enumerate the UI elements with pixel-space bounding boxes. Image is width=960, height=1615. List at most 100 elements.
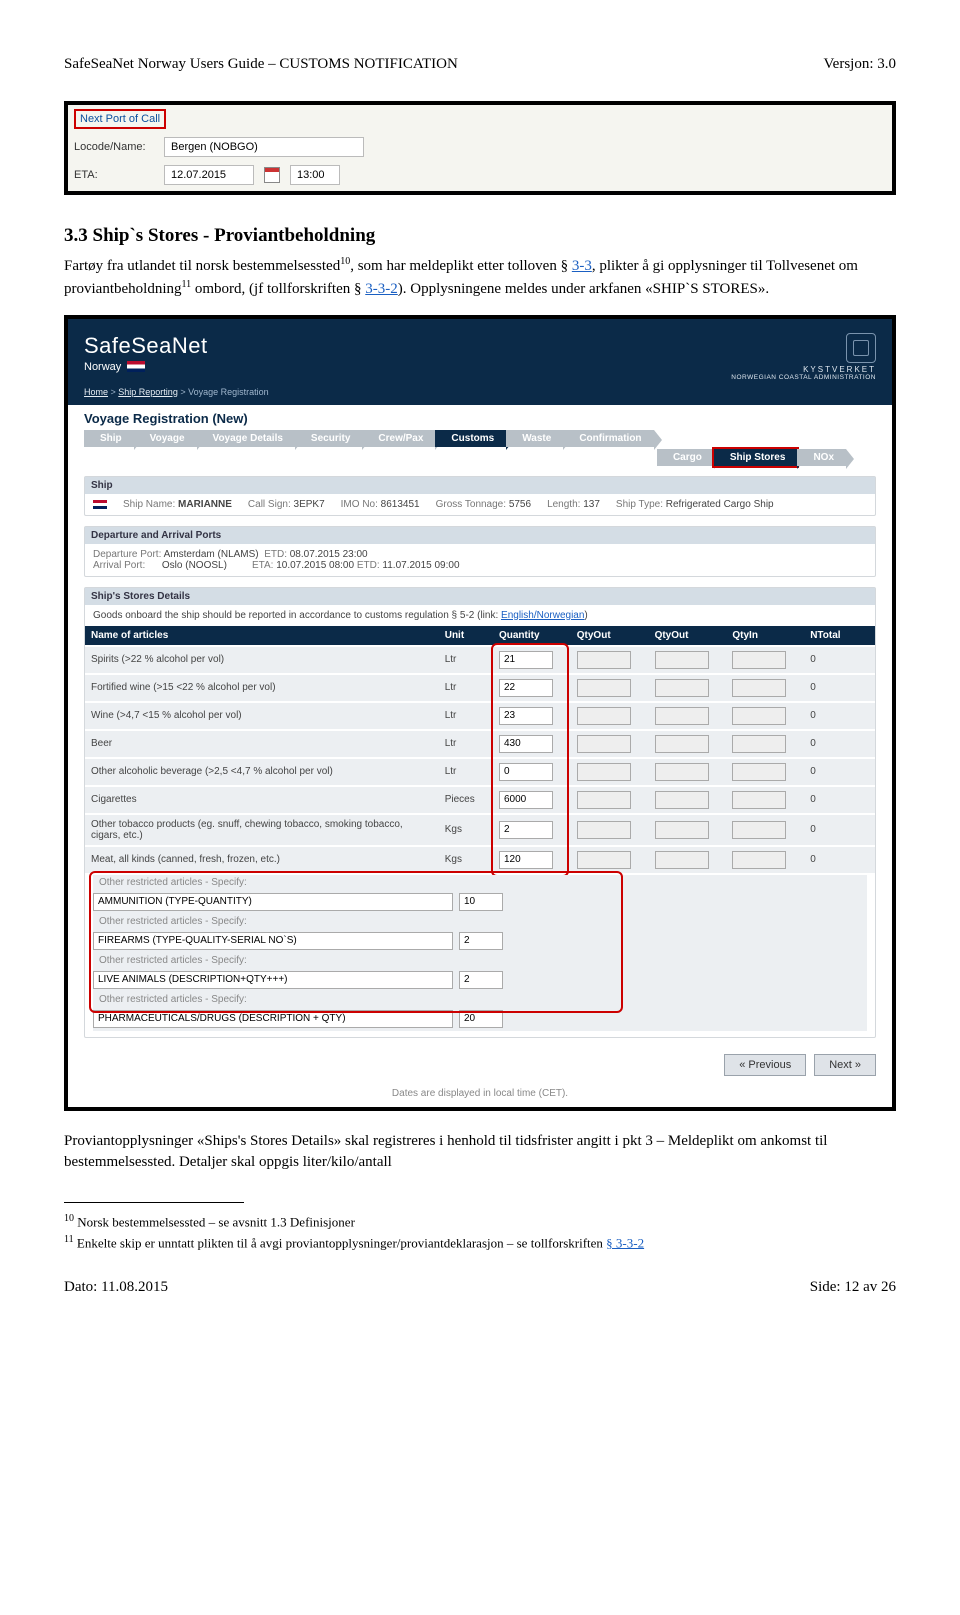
tab-cargo[interactable]: Cargo <box>657 449 714 466</box>
qtyout2-input[interactable] <box>655 763 709 781</box>
col-qtyout1: QtyOut <box>571 626 649 645</box>
quantity-input[interactable] <box>499 707 553 725</box>
qtyout1-input[interactable] <box>577 651 631 669</box>
panel-ship-stores-title: Ship's Stores Details <box>85 588 875 605</box>
quantity-input[interactable] <box>499 679 553 697</box>
doc-version: Versjon: 3.0 <box>824 56 897 73</box>
footnote-11: 11 Enkelte skip er unntatt plikten til å… <box>64 1232 896 1253</box>
quantity-input[interactable] <box>499 821 553 839</box>
spec-qty-input[interactable] <box>459 893 503 911</box>
qtyin-input[interactable] <box>732 707 786 725</box>
tab-voyage[interactable]: Voyage <box>134 430 197 447</box>
spec-label: Other restricted articles - Specify: <box>93 875 867 890</box>
tab-waste[interactable]: Waste <box>506 430 563 447</box>
quantity-input[interactable] <box>499 763 553 781</box>
locode-input[interactable] <box>164 137 364 157</box>
previous-button[interactable]: « Previous <box>724 1054 806 1076</box>
link-regulation-5-2[interactable]: English/Norwegian <box>501 610 584 621</box>
qtyout1-input[interactable] <box>577 763 631 781</box>
qtyin-input[interactable] <box>732 651 786 669</box>
table-row: Wine (>4,7 <15 % alcohol per vol)Ltr0 <box>85 702 875 730</box>
col-unit: Unit <box>439 626 493 645</box>
qtyout2-input[interactable] <box>655 821 709 839</box>
table-row: Other tobacco products (eg. snuff, chewi… <box>85 814 875 846</box>
qtyout2-input[interactable] <box>655 679 709 697</box>
locode-label: Locode/Name: <box>74 141 154 153</box>
next-button[interactable]: Next » <box>814 1054 876 1076</box>
breadcrumb-current: Voyage Registration <box>188 387 269 397</box>
qtyout1-input[interactable] <box>577 851 631 869</box>
qtyout2-input[interactable] <box>655 735 709 753</box>
kystverket-label: KYSTVERKET <box>731 365 876 374</box>
quantity-input[interactable] <box>499 735 553 753</box>
quantity-input[interactable] <box>499 791 553 809</box>
ntotal-value: 0 <box>804 646 875 674</box>
ntotal-value: 0 <box>804 702 875 730</box>
ntotal-value: 0 <box>804 730 875 758</box>
tab-ship[interactable]: Ship <box>84 430 134 447</box>
qtyout1-input[interactable] <box>577 791 631 809</box>
qtyout1-input[interactable] <box>577 679 631 697</box>
ssn-brand: SafeSeaNet <box>84 333 208 359</box>
tab-security[interactable]: Security <box>295 430 362 447</box>
link-tollforskriften-3-3-2[interactable]: 3-3-2 <box>365 281 398 297</box>
tab-ship-stores[interactable]: Ship Stores <box>714 449 798 466</box>
tab-confirmation[interactable]: Confirmation <box>563 430 653 447</box>
qtyin-input[interactable] <box>732 735 786 753</box>
article-name: Fortified wine (>15 <22 % alcohol per vo… <box>85 674 439 702</box>
panel-ship: Ship Ship Name: MARIANNE Call Sign: 3EPK… <box>84 476 876 516</box>
eta-label: ETA: <box>74 169 154 181</box>
article-name: Meat, all kinds (canned, fresh, frozen, … <box>85 846 439 873</box>
qtyout2-input[interactable] <box>655 707 709 725</box>
ssn-country: Norway <box>84 361 121 373</box>
col-name: Name of articles <box>85 626 439 645</box>
ntotal-value: 0 <box>804 758 875 786</box>
qtyin-input[interactable] <box>732 679 786 697</box>
footnote-ref-10: 10 <box>340 256 350 267</box>
spec-description-input[interactable] <box>93 1010 453 1028</box>
qtyout1-input[interactable] <box>577 707 631 725</box>
qtyout2-input[interactable] <box>655 791 709 809</box>
eta-time-input[interactable] <box>290 165 340 185</box>
spec-label: Other restricted articles - Specify: <box>93 914 867 929</box>
tab-customs[interactable]: Customs <box>435 430 506 447</box>
tab-nox[interactable]: NOx <box>797 449 846 466</box>
article-name: Other alcoholic beverage (>2,5 <4,7 % al… <box>85 758 439 786</box>
qtyin-input[interactable] <box>732 791 786 809</box>
qtyin-input[interactable] <box>732 821 786 839</box>
quantity-input[interactable] <box>499 851 553 869</box>
calendar-icon[interactable] <box>264 167 280 183</box>
qtyin-input[interactable] <box>732 851 786 869</box>
figure-safeseanet: SafeSeaNet Norway KYSTVERKET NORWEGIAN C… <box>64 315 896 1111</box>
spec-qty-input[interactable] <box>459 1010 503 1028</box>
article-name: Spirits (>22 % alcohol per vol) <box>85 646 439 674</box>
article-name: Wine (>4,7 <15 % alcohol per vol) <box>85 702 439 730</box>
qtyin-input[interactable] <box>732 763 786 781</box>
breadcrumb: Home > Ship Reporting > Voyage Registrat… <box>68 387 892 405</box>
breadcrumb-ship-reporting[interactable]: Ship Reporting <box>118 387 178 397</box>
breadcrumb-home[interactable]: Home <box>84 387 108 397</box>
article-unit: Pieces <box>439 786 493 814</box>
qtyout1-input[interactable] <box>577 821 631 839</box>
tab-crew-pax[interactable]: Crew/Pax <box>362 430 435 447</box>
qtyout2-input[interactable] <box>655 651 709 669</box>
link-tolloven-3-3[interactable]: 3-3 <box>572 258 592 274</box>
flag-icon <box>127 361 145 372</box>
spec-description-input[interactable] <box>93 971 453 989</box>
table-row: Spirits (>22 % alcohol per vol)Ltr0 <box>85 646 875 674</box>
tab-voyage-details[interactable]: Voyage Details <box>197 430 295 447</box>
quantity-input[interactable] <box>499 651 553 669</box>
spec-description-input[interactable] <box>93 893 453 911</box>
spec-qty-input[interactable] <box>459 971 503 989</box>
qtyout1-input[interactable] <box>577 735 631 753</box>
article-name: Beer <box>85 730 439 758</box>
article-unit: Kgs <box>439 814 493 846</box>
table-row: Other alcoholic beverage (>2,5 <4,7 % al… <box>85 758 875 786</box>
footnote-10: 10 Norsk bestemmelsessted – se avsnitt 1… <box>64 1211 896 1232</box>
ship-flag-icon <box>93 500 107 509</box>
eta-date-input[interactable] <box>164 165 254 185</box>
link-footnote-3-3-2[interactable]: § 3-3-2 <box>606 1235 644 1250</box>
spec-description-input[interactable] <box>93 932 453 950</box>
qtyout2-input[interactable] <box>655 851 709 869</box>
spec-qty-input[interactable] <box>459 932 503 950</box>
